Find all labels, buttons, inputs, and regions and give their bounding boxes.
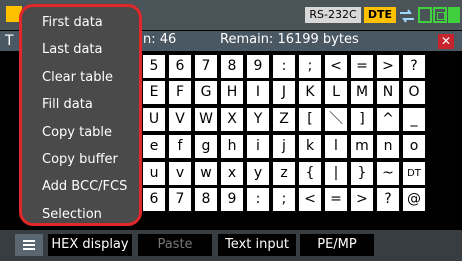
key-cell[interactable]: 8 (221, 55, 243, 78)
connection-arrow-icon (399, 8, 415, 23)
softkey-pe-mp[interactable]: PE/MP (300, 234, 374, 256)
key-cell[interactable]: j (273, 135, 295, 158)
key-cell[interactable]: x (221, 162, 243, 185)
key-cell[interactable]: E (143, 81, 165, 104)
key-cell[interactable]: H (221, 81, 243, 104)
key-cell[interactable]: l (325, 135, 347, 158)
key-cell[interactable]: y (247, 162, 269, 185)
menu-item-clear-table[interactable]: Clear table (42, 70, 113, 85)
key-cell[interactable]: w (195, 162, 217, 185)
remaining-bytes: Remain: 16199 bytes (220, 32, 359, 47)
key-cell[interactable]: 9 (247, 55, 269, 78)
key-cell[interactable]: ; (299, 55, 321, 78)
interface-badge: RS-232C (305, 7, 361, 23)
key-cell[interactable]: z (273, 162, 295, 185)
key-cell[interactable]: : (273, 55, 295, 78)
menu-item-copy-buffer[interactable]: Copy buffer (42, 152, 118, 167)
key-cell[interactable]: [ (299, 108, 321, 131)
key-cell[interactable]: g (195, 135, 217, 158)
key-cell[interactable]: v (169, 162, 191, 185)
device-screen: RS-232C DTE T n: 46 Remain: 16199 bytes … (0, 0, 462, 261)
key-cell[interactable]: M (351, 81, 373, 104)
key-cell[interactable]: n (377, 135, 399, 158)
power-icon[interactable] (448, 7, 460, 23)
key-cell[interactable]: I (247, 81, 269, 104)
key-cell[interactable]: O (403, 81, 425, 104)
key-cell[interactable]: m (351, 135, 373, 158)
key-cell[interactable]: ＼ (325, 108, 347, 131)
key-cell[interactable]: W (195, 108, 217, 131)
softkey-paste[interactable]: Paste (138, 234, 212, 256)
hamburger-menu-icon[interactable] (15, 234, 43, 256)
key-cell[interactable]: V (169, 108, 191, 131)
panel-toggle-icon[interactable] (418, 7, 432, 23)
key-cell[interactable]: = (325, 188, 347, 211)
key-cell[interactable]: _ (403, 108, 425, 131)
key-cell[interactable]: o (403, 135, 425, 158)
key-cell[interactable]: 7 (195, 55, 217, 78)
key-cell[interactable]: J (273, 81, 295, 104)
key-cell[interactable]: Z (273, 108, 295, 131)
close-icon[interactable]: ✕ (438, 34, 454, 49)
stop-icon[interactable] (433, 7, 447, 23)
menu-item-add-bcc-fcs[interactable]: Add BCC/FCS (42, 179, 127, 194)
key-cell[interactable]: 6 (169, 55, 191, 78)
key-cell[interactable]: < (299, 188, 321, 211)
key-cell[interactable]: u (143, 162, 165, 185)
key-cell[interactable]: X (221, 108, 243, 131)
key-cell[interactable]: ? (403, 55, 425, 78)
key-cell[interactable]: ^ (377, 108, 399, 131)
key-cell[interactable]: DT (403, 162, 425, 185)
key-cell[interactable]: = (351, 55, 373, 78)
menu-item-copy-table[interactable]: Copy table (42, 125, 112, 140)
key-cell[interactable]: f (169, 135, 191, 158)
menu-item-fill-data[interactable]: Fill data (42, 97, 93, 112)
key-cell[interactable]: h (221, 135, 243, 158)
key-cell[interactable]: U (143, 108, 165, 131)
key-cell[interactable]: ? (377, 188, 399, 211)
key-cell[interactable]: e (143, 135, 165, 158)
key-cell[interactable]: 9 (221, 188, 243, 211)
key-cell[interactable]: k (299, 135, 321, 158)
key-cell[interactable]: K (299, 81, 321, 104)
title-initial: T (5, 33, 14, 49)
key-cell[interactable]: Y (247, 108, 269, 131)
key-cell[interactable]: ] (351, 108, 373, 131)
key-cell[interactable]: 5 (143, 55, 165, 78)
menu-item-selection[interactable]: Selection (42, 207, 102, 222)
data-count: n: 46 (143, 32, 177, 47)
key-cell[interactable]: 7 (169, 188, 191, 211)
context-menu: First data Last data Clear table Fill da… (19, 4, 142, 226)
mode-badge: DTE (364, 7, 396, 23)
key-cell[interactable]: @ (403, 188, 425, 211)
key-cell[interactable]: : (247, 188, 269, 211)
key-cell[interactable]: > (351, 188, 373, 211)
softkey-hex-display[interactable]: HEX display (48, 234, 132, 256)
key-cell[interactable]: > (377, 55, 399, 78)
key-cell[interactable]: ; (273, 188, 295, 211)
key-cell[interactable]: F (169, 81, 191, 104)
key-cell[interactable]: N (377, 81, 399, 104)
menu-item-first-data[interactable]: First data (42, 15, 103, 30)
key-cell[interactable]: L (325, 81, 347, 104)
key-cell[interactable]: < (325, 55, 347, 78)
key-cell[interactable]: | (325, 162, 347, 185)
menu-item-last-data[interactable]: Last data (42, 42, 103, 57)
key-cell[interactable]: i (247, 135, 269, 158)
key-cell[interactable]: ~ (377, 162, 399, 185)
softkey-text-input[interactable]: Text input (218, 234, 296, 256)
key-cell[interactable]: 8 (195, 188, 217, 211)
key-cell[interactable]: { (299, 162, 321, 185)
key-cell[interactable]: } (351, 162, 373, 185)
key-cell[interactable]: G (195, 81, 217, 104)
key-cell[interactable]: 6 (143, 188, 165, 211)
